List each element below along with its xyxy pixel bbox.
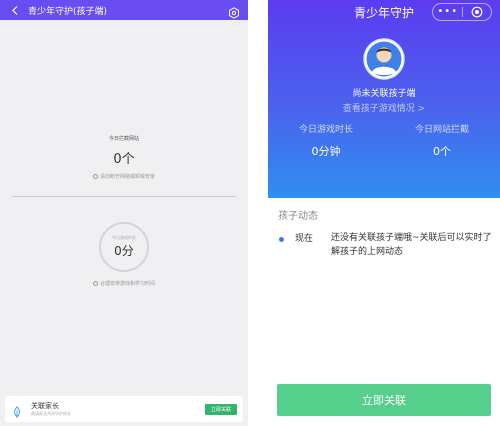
section-divider (12, 196, 236, 197)
link-parent-card: 关联家长 邀请家长共同守护成长 立即关联 (5, 396, 243, 422)
page: 青少年守护(孩子端) 今日拦截网站 0个 请勿断开网络或卸载管家 今日游戏时长 … (0, 0, 500, 426)
game-time-label: 今日游戏时长 (112, 235, 136, 240)
link-status-text: 尚未关联孩子端 (352, 89, 416, 99)
stat-game-time: 今日游戏时长 0分钟 (268, 122, 384, 159)
blocked-sites-label: 今日拦截网站 (108, 136, 139, 142)
game-time-hint-row: 合理安排游戏和学习时间 (0, 280, 248, 287)
game-time-value: 0分 (114, 244, 134, 258)
blocked-sites-stat: 今日拦截网站 0个 请勿断开网络或卸载管家 (0, 135, 248, 180)
game-time-ring: 今日游戏时长 0分 (99, 222, 149, 272)
activity-time: 现在 (295, 234, 314, 244)
game-time-hint-text: 合理安排游戏和学习时间 (99, 281, 155, 287)
child-side-screen: 青少年守护(孩子端) 今日拦截网站 0个 请勿断开网络或卸载管家 今日游戏时长 … (0, 0, 248, 426)
info-icon (92, 281, 98, 286)
close-target-icon[interactable] (463, 6, 491, 18)
stat-blocked-sites: 今日网站拦截 0个 (384, 122, 500, 159)
stat-game-time-value: 0分钟 (311, 145, 341, 158)
mini-program-capsule: ••• (432, 3, 492, 21)
view-game-status-link[interactable]: 查看孩子游戏情况 > (268, 101, 500, 114)
more-menu-button[interactable]: ••• (433, 7, 462, 17)
activity-text: 还没有关联孩子端哦~关联后可以实时了解孩子的上网动态 (331, 233, 492, 257)
link-parent-title: 关联家长 (31, 402, 59, 410)
leaf-icon (11, 403, 23, 418)
blocked-sites-hint: 请勿断开网络或卸载管家 (0, 173, 248, 180)
chevron-left-icon[interactable] (6, 0, 24, 20)
child-header-bar: 青少年守护(孩子端) (0, 0, 248, 20)
stat-blocked-sites-label: 今日网站拦截 (414, 125, 469, 135)
blocked-sites-hint-text: 请勿断开网络或卸载管家 (99, 174, 155, 180)
timeline-dot (279, 237, 284, 242)
info-icon (92, 174, 98, 179)
stat-game-time-label: 今日游戏时长 (298, 125, 353, 135)
child-avatar-icon (363, 38, 405, 80)
hero-panel: 青少年守护 ••• 尚未关联孩子端 查看孩子游戏情况 > 今日游戏时长 0分钟 … (268, 0, 500, 198)
child-header-title: 青少年守护(孩子端) (28, 6, 108, 17)
link-now-button-small[interactable]: 立即关联 (205, 404, 237, 415)
link-now-button[interactable]: 立即关联 (277, 384, 491, 416)
link-parent-subtitle: 邀请家长共同守护成长 (31, 411, 71, 416)
parent-side-screen: 青少年守护 ••• 尚未关联孩子端 查看孩子游戏情况 > 今日游戏时长 0分钟 … (268, 0, 500, 426)
stat-blocked-sites-value: 0个 (433, 145, 451, 158)
child-activity-title: 孩子动态 (278, 211, 318, 222)
blocked-sites-value: 0个 (113, 152, 135, 167)
game-time-hint: 合理安排游戏和学习时间 (0, 280, 248, 287)
gear-icon[interactable] (228, 4, 240, 19)
